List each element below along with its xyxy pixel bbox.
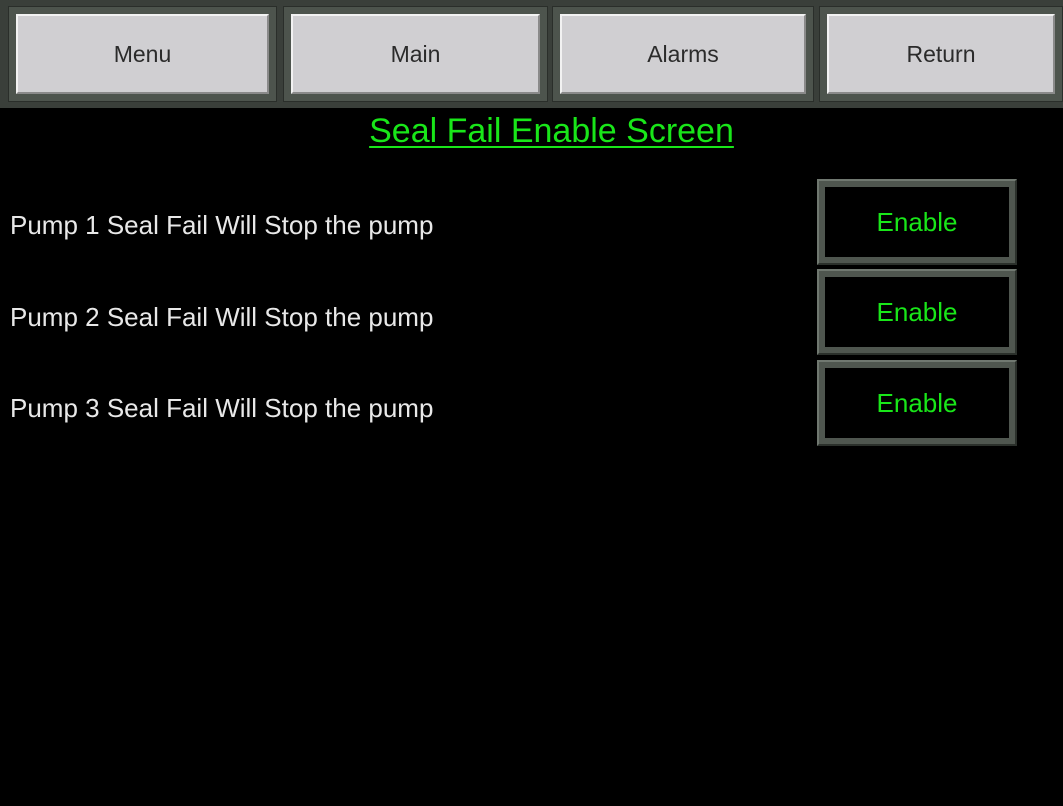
main-button[interactable]: Main [283,6,548,102]
pump-3-enable-button[interactable]: Enable [817,360,1017,446]
return-button[interactable]: Return [819,6,1063,102]
menu-button[interactable]: Menu [8,6,277,102]
return-button-label: Return [827,14,1055,94]
pump-3-enable-button-label: Enable [825,368,1009,438]
page-title: Seal Fail Enable Screen [369,112,734,150]
pump-3-seal-fail-label: Pump 3 Seal Fail Will Stop the pump [10,393,434,423]
pump-2-enable-button-label: Enable [825,277,1009,347]
pump-1-seal-fail-label: Pump 1 Seal Fail Will Stop the pump [10,210,434,240]
pump-2-enable-button[interactable]: Enable [817,269,1017,355]
alarms-button[interactable]: Alarms [552,6,814,102]
menu-button-label: Menu [16,14,269,94]
main-button-label: Main [291,14,540,94]
top-navigation-bar: Menu Main Alarms Return [0,0,1063,108]
alarms-button-label: Alarms [560,14,806,94]
pump-1-enable-button[interactable]: Enable [817,179,1017,265]
pump-1-enable-button-label: Enable [825,187,1009,257]
hmi-screen: Menu Main Alarms Return Seal Fail Enable… [0,0,1063,806]
pump-2-seal-fail-label: Pump 2 Seal Fail Will Stop the pump [10,302,434,332]
